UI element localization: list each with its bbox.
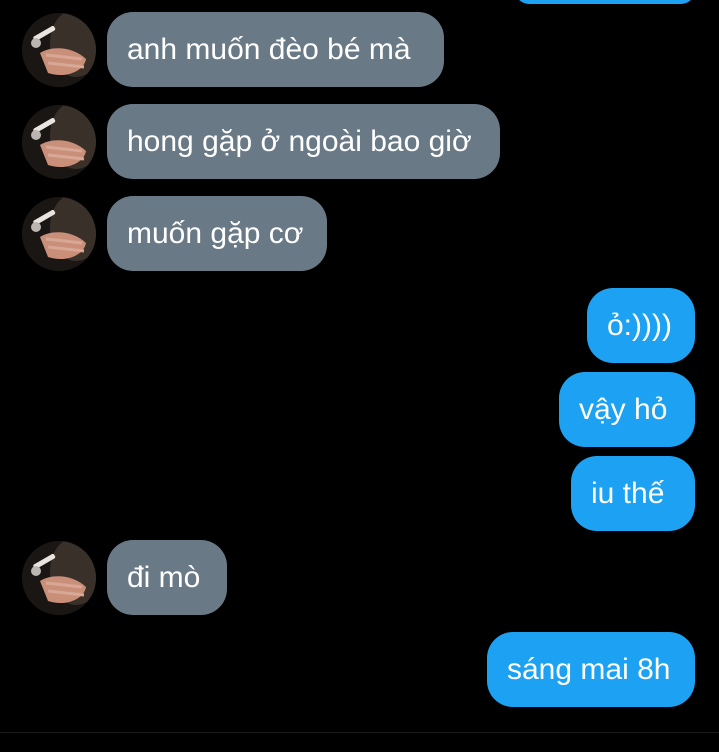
avatar-photo-icon [22,13,96,87]
outgoing-message-bubble[interactable]: sáng mai 8h [487,632,695,707]
composer-divider [0,732,719,733]
conversation-thread: anh muốn đèo bé mà hong gặp ở ngoài bao … [0,0,719,752]
outgoing-message-bubble[interactable]: ỏ:)))) [587,288,695,363]
contact-avatar[interactable] [22,13,96,87]
incoming-message-bubble[interactable]: đi mò [107,540,227,615]
avatar-photo-icon [22,105,96,179]
incoming-message-bubble[interactable]: hong gặp ở ngoài bao giờ [107,104,500,179]
avatar-photo-icon [22,197,96,271]
outgoing-message-bubble[interactable]: iu thế [571,456,695,531]
contact-avatar[interactable] [22,105,96,179]
previous-outgoing-bubble-edge [515,0,695,4]
incoming-message-bubble[interactable]: muốn gặp cơ [107,196,327,271]
outgoing-message-bubble[interactable]: vậy hỏ [559,372,695,447]
avatar-photo-icon [22,541,96,615]
contact-avatar[interactable] [22,541,96,615]
contact-avatar[interactable] [22,197,96,271]
incoming-message-bubble[interactable]: anh muốn đèo bé mà [107,12,444,87]
